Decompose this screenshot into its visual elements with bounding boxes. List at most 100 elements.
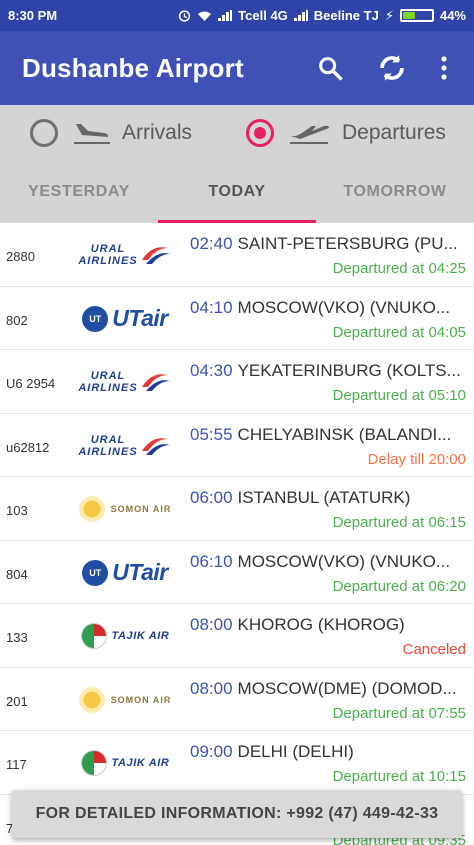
flight-status: Departured at 07:55 bbox=[332, 704, 466, 722]
utair-logo: UT UTair bbox=[82, 305, 168, 332]
flight-number: 133 bbox=[6, 630, 28, 645]
flight-info: 06:00 ISTANBUL (ATATURK) bbox=[190, 488, 470, 508]
flight-number: 2880 bbox=[6, 249, 35, 264]
destination: ISTANBUL (ATATURK) bbox=[237, 488, 411, 507]
tajik-air-logo: TAJIK AIR bbox=[80, 750, 170, 776]
airline-logo: URALAIRLINES bbox=[66, 364, 184, 400]
flight-row[interactable]: 804 UT UTair 06:10 MOSCOW(VKO) (VNUKO... Depa… bbox=[0, 540, 474, 604]
flight-info: 08:00 MOSCOW(DME) (DOMOD... bbox=[190, 679, 470, 699]
charging-icon: ⚡ bbox=[384, 7, 394, 23]
info-banner: FOR DETAILED INFORMATION: +992 (47) 449-… bbox=[12, 790, 462, 838]
sun-icon bbox=[78, 686, 105, 713]
flight-row[interactable]: 2880 URAL AIRLINES 02:40 SAINT-PETERSBURG (P… bbox=[0, 223, 474, 287]
destination: CHELYABINSK (BALANDI... bbox=[237, 424, 452, 444]
airline-logo: TAJIK AIR bbox=[66, 618, 184, 654]
utair-logo-text: UTair bbox=[112, 305, 168, 331]
sun-icon bbox=[78, 496, 105, 522]
flight-status: Departured at 05:10 bbox=[332, 387, 466, 404]
destination: MOSCOW(VKO) (VNUKO... bbox=[237, 551, 451, 571]
flight-status: Departured at 10:15 bbox=[332, 768, 466, 785]
tab-yesterday[interactable]: YESTERDAY bbox=[0, 161, 158, 223]
flight-row[interactable]: u62812 URAL AIRLINES 05:55 CHELYABINSK (BALA… bbox=[0, 413, 474, 477]
flight-status: Departured at 04:05 bbox=[332, 323, 466, 341]
flight-number: 802 bbox=[6, 312, 28, 328]
flight-status: Departured at 06:15 bbox=[332, 514, 466, 531]
flight-status: Delay till 20:00 bbox=[367, 450, 466, 468]
ural-logo-line1: URAL bbox=[90, 433, 126, 446]
battery-level bbox=[402, 12, 416, 19]
signal-icon-1 bbox=[218, 10, 233, 21]
wifi-icon bbox=[198, 11, 212, 21]
battery-icon bbox=[399, 9, 434, 22]
destination: YEKATERINBURG (KOLTS... bbox=[237, 361, 461, 380]
departure-time: 09:00 bbox=[190, 742, 233, 761]
flight-row[interactable]: 133 TAJIK AIR 08:00 KHOROG (KHOROG) Canceled bbox=[0, 604, 474, 668]
app-title: Dushanbe Airport bbox=[22, 52, 244, 83]
flight-row[interactable]: 802 UT UTair 04:10 MOSCOW(VKO) (VNUKO... Depa… bbox=[0, 286, 474, 350]
plane-takeoff-icon bbox=[290, 125, 329, 144]
flight-info: 05:55 CHELYABINSK (BALANDI... bbox=[190, 425, 470, 445]
plane-landing-icon bbox=[74, 124, 110, 144]
departures-label: Departures bbox=[342, 121, 446, 144]
tajik-emblem-icon bbox=[80, 750, 107, 776]
flight-status: Departured at 06:20 bbox=[332, 577, 466, 595]
flight-row[interactable]: 103 SOMON AIR 06:00 ISTANBUL (ATATURK) Depar… bbox=[0, 477, 474, 541]
flight-info: 04:30 YEKATERINBURG (KOLTS... bbox=[190, 361, 470, 381]
arrivals-radio[interactable] bbox=[30, 119, 58, 147]
ural-logo-line2: AIRLINES bbox=[78, 382, 138, 394]
flight-row[interactable]: 117 TAJIK AIR 09:00 DELHI (DELHI) Departured… bbox=[0, 731, 474, 795]
airline-logo: TAJIK AIR bbox=[66, 745, 184, 781]
flight-number: 201 bbox=[6, 693, 28, 709]
airline-logo: URALAIRLINES bbox=[66, 428, 184, 464]
app-bar: Dushanbe Airport bbox=[0, 31, 474, 105]
somon-air-logo: SOMON AIR bbox=[78, 496, 172, 522]
tajik-logo-text: TAJIK AIR bbox=[111, 630, 170, 642]
airline-logo: SOMON AIR bbox=[66, 491, 184, 527]
departure-time: 08:00 bbox=[190, 615, 233, 634]
tajik-air-logo: TAJIK AIR bbox=[80, 623, 170, 649]
mode-toggle: Arrivals Departures bbox=[0, 105, 474, 161]
ural-logo-text: URALAIRLINES bbox=[78, 434, 137, 458]
departure-time: 04:10 bbox=[190, 297, 233, 317]
utair-logo-text: UTair bbox=[112, 559, 168, 585]
flight-number: u62812 bbox=[6, 439, 50, 455]
destination: DELHI (DELHI) bbox=[237, 742, 354, 761]
departure-time: 06:00 bbox=[190, 488, 233, 507]
ural-airlines-logo: URALAIRLINES bbox=[78, 433, 171, 459]
airline-logo: UT UTair bbox=[66, 301, 184, 337]
tab-tomorrow[interactable]: TOMORROW bbox=[316, 161, 474, 223]
destination: MOSCOW(VKO) (VNUKO... bbox=[237, 297, 451, 317]
ural-airlines-logo: URALAIRLINES bbox=[78, 242, 171, 268]
departures-option[interactable]: Departures bbox=[246, 105, 446, 161]
flight-row[interactable]: 201 SOMON AIR 08:00 MOSCOW(DME) (DOMOD... De… bbox=[0, 667, 474, 731]
ural-swoosh-icon bbox=[141, 247, 170, 264]
flight-info: 08:00 KHOROG (KHOROG) bbox=[190, 615, 470, 635]
carrier-2: Beeline TJ bbox=[313, 8, 379, 23]
flight-row[interactable]: U6 2954 URAL AIRLINES 04:30 YEKATERINBURG (K… bbox=[0, 350, 474, 414]
departure-time: 06:10 bbox=[190, 551, 233, 571]
arrivals-option[interactable]: Arrivals bbox=[30, 105, 192, 161]
status-icons: Tcell 4G Beeline TJ ⚡ 44% bbox=[178, 8, 466, 24]
airline-logo: URALAIRLINES bbox=[66, 237, 184, 273]
flight-list: 2880 URAL AIRLINES 02:40 SAINT-PETERSBURG (P… bbox=[0, 223, 474, 845]
refresh-button[interactable] bbox=[368, 44, 416, 92]
flight-number: 103 bbox=[6, 503, 28, 518]
refresh-icon bbox=[380, 55, 404, 81]
departures-radio[interactable] bbox=[246, 119, 274, 147]
tab-today[interactable]: TODAY bbox=[158, 161, 316, 223]
tajik-emblem-icon bbox=[80, 623, 107, 649]
status-time: 8:30 PM bbox=[8, 8, 58, 23]
ural-logo-text: URALAIRLINES bbox=[78, 370, 137, 394]
arrivals-label: Arrivals bbox=[122, 121, 193, 144]
day-tabs: YESTERDAY TODAY TOMORROW bbox=[0, 161, 474, 223]
flight-number: 804 bbox=[6, 566, 28, 582]
search-button[interactable] bbox=[306, 44, 354, 92]
ural-logo-line2: AIRLINES bbox=[78, 255, 138, 267]
ural-logo-text: URALAIRLINES bbox=[78, 243, 137, 267]
tajik-logo-text: TAJIK AIR bbox=[111, 757, 170, 769]
somon-logo-text: SOMON AIR bbox=[110, 504, 172, 514]
more-options-button[interactable] bbox=[430, 44, 458, 92]
search-icon bbox=[319, 57, 343, 81]
ural-logo-line1: URAL bbox=[90, 370, 126, 382]
flight-info: 09:00 DELHI (DELHI) bbox=[190, 742, 470, 762]
